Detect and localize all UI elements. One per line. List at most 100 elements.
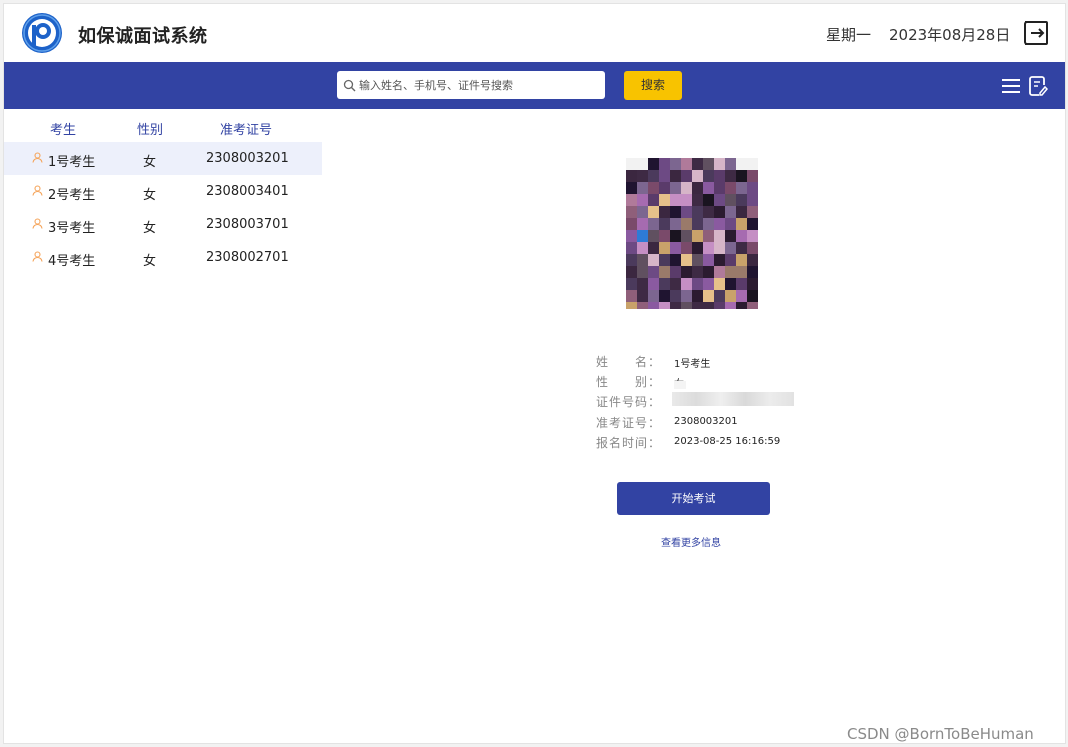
photo-pixel bbox=[637, 302, 648, 309]
candidate-photo bbox=[626, 158, 758, 309]
photo-pixel bbox=[659, 182, 670, 194]
photo-pixel bbox=[725, 206, 736, 218]
search-button[interactable]: 搜索 bbox=[624, 71, 682, 100]
photo-pixel bbox=[692, 254, 703, 266]
photo-pixel bbox=[725, 278, 736, 290]
photo-pixel bbox=[747, 290, 758, 302]
photo-pixel bbox=[670, 170, 681, 182]
photo-pixel bbox=[648, 254, 659, 266]
photo-pixel bbox=[681, 206, 692, 218]
photo-pixel bbox=[725, 158, 736, 170]
photo-pixel bbox=[659, 230, 670, 242]
photo-pixel bbox=[725, 182, 736, 194]
app-window: 如保诚面试系统 星期一 2023年08月28日 搜索 bbox=[3, 3, 1066, 744]
start-exam-button[interactable]: 开始考试 bbox=[617, 482, 770, 515]
photo-pixel bbox=[692, 230, 703, 242]
photo-pixel bbox=[648, 266, 659, 278]
photo-pixel bbox=[648, 230, 659, 242]
photo-pixel bbox=[747, 230, 758, 242]
person-icon bbox=[32, 218, 43, 229]
notes-icon[interactable] bbox=[1028, 75, 1048, 97]
photo-pixel bbox=[692, 302, 703, 309]
name-value: 1号考生 bbox=[674, 359, 711, 370]
photo-pixel bbox=[692, 158, 703, 170]
logo-icon bbox=[22, 13, 62, 53]
photo-pixel bbox=[725, 302, 736, 309]
photo-pixel bbox=[736, 170, 747, 182]
photo-pixel bbox=[626, 218, 637, 230]
photo-pixel bbox=[714, 302, 725, 309]
photo-pixel bbox=[725, 254, 736, 266]
photo-pixel bbox=[692, 182, 703, 194]
photo-pixel bbox=[670, 266, 681, 278]
photo-pixel bbox=[692, 242, 703, 254]
photo-pixel bbox=[637, 218, 648, 230]
photo-pixel bbox=[659, 170, 670, 182]
photo-pixel bbox=[659, 266, 670, 278]
photo-pixel bbox=[736, 254, 747, 266]
photo-pixel bbox=[736, 302, 747, 309]
photo-pixel bbox=[659, 194, 670, 206]
photo-pixel bbox=[692, 278, 703, 290]
photo-pixel bbox=[725, 194, 736, 206]
photo-pixel bbox=[747, 218, 758, 230]
photo-pixel bbox=[681, 254, 692, 266]
photo-pixel bbox=[692, 194, 703, 206]
photo-pixel bbox=[681, 170, 692, 182]
candidate-row[interactable]: 1号考生 女 2308003201 bbox=[4, 142, 322, 175]
photo-pixel bbox=[736, 230, 747, 242]
candidate-name: 4号考生 bbox=[48, 254, 96, 269]
photo-pixel bbox=[703, 266, 714, 278]
photo-pixel bbox=[747, 194, 758, 206]
photo-pixel bbox=[714, 278, 725, 290]
candidate-row[interactable]: 4号考生 女 2308002701 bbox=[4, 241, 322, 274]
candidate-list: 考生 性别 准考证号 1号考生 女 2308003201 2号考生 女 2308… bbox=[4, 109, 322, 274]
photo-pixel bbox=[626, 230, 637, 242]
candidate-gender: 女 bbox=[143, 254, 157, 269]
photo-pixel bbox=[670, 302, 681, 309]
photo-pixel bbox=[714, 266, 725, 278]
photo-pixel bbox=[736, 218, 747, 230]
photo-pixel bbox=[725, 170, 736, 182]
photo-pixel bbox=[747, 170, 758, 182]
masked-region bbox=[674, 381, 686, 389]
photo-pixel bbox=[670, 242, 681, 254]
photo-pixel bbox=[736, 182, 747, 194]
photo-pixel bbox=[714, 158, 725, 170]
photo-pixel bbox=[725, 230, 736, 242]
candidate-name: 2号考生 bbox=[48, 188, 96, 203]
photo-pixel bbox=[703, 218, 714, 230]
candidate-row[interactable]: 3号考生 女 2308003701 bbox=[4, 208, 322, 241]
menu-icon[interactable] bbox=[1002, 78, 1020, 94]
photo-pixel bbox=[670, 230, 681, 242]
photo-pixel bbox=[670, 278, 681, 290]
photo-pixel bbox=[747, 278, 758, 290]
search-input[interactable] bbox=[359, 78, 599, 92]
photo-pixel bbox=[681, 158, 692, 170]
photo-pixel bbox=[626, 278, 637, 290]
more-info-link[interactable]: 查看更多信息 bbox=[661, 534, 721, 549]
weekday: 星期一 bbox=[826, 26, 872, 44]
photo-pixel bbox=[670, 206, 681, 218]
photo-pixel bbox=[648, 206, 659, 218]
search-box[interactable] bbox=[337, 71, 605, 99]
photo-pixel bbox=[714, 194, 725, 206]
photo-pixel bbox=[626, 290, 637, 302]
candidate-ticket: 2308002701 bbox=[206, 250, 289, 265]
photo-pixel bbox=[703, 254, 714, 266]
photo-pixel bbox=[725, 242, 736, 254]
register-time-value: 2023-08-25 16:16:59 bbox=[674, 436, 781, 447]
column-header-ticket: 准考证号 bbox=[220, 123, 273, 138]
candidate-ticket: 2308003401 bbox=[206, 184, 289, 199]
photo-pixel bbox=[648, 278, 659, 290]
logout-icon[interactable] bbox=[1022, 19, 1050, 47]
photo-pixel bbox=[681, 278, 692, 290]
photo-pixel bbox=[692, 206, 703, 218]
photo-pixel bbox=[747, 302, 758, 309]
candidate-row[interactable]: 2号考生 女 2308003401 bbox=[4, 175, 322, 208]
photo-pixel bbox=[747, 182, 758, 194]
photo-pixel bbox=[637, 158, 648, 170]
candidate-name: 3号考生 bbox=[48, 221, 96, 236]
photo-pixel bbox=[648, 242, 659, 254]
photo-pixel bbox=[736, 206, 747, 218]
